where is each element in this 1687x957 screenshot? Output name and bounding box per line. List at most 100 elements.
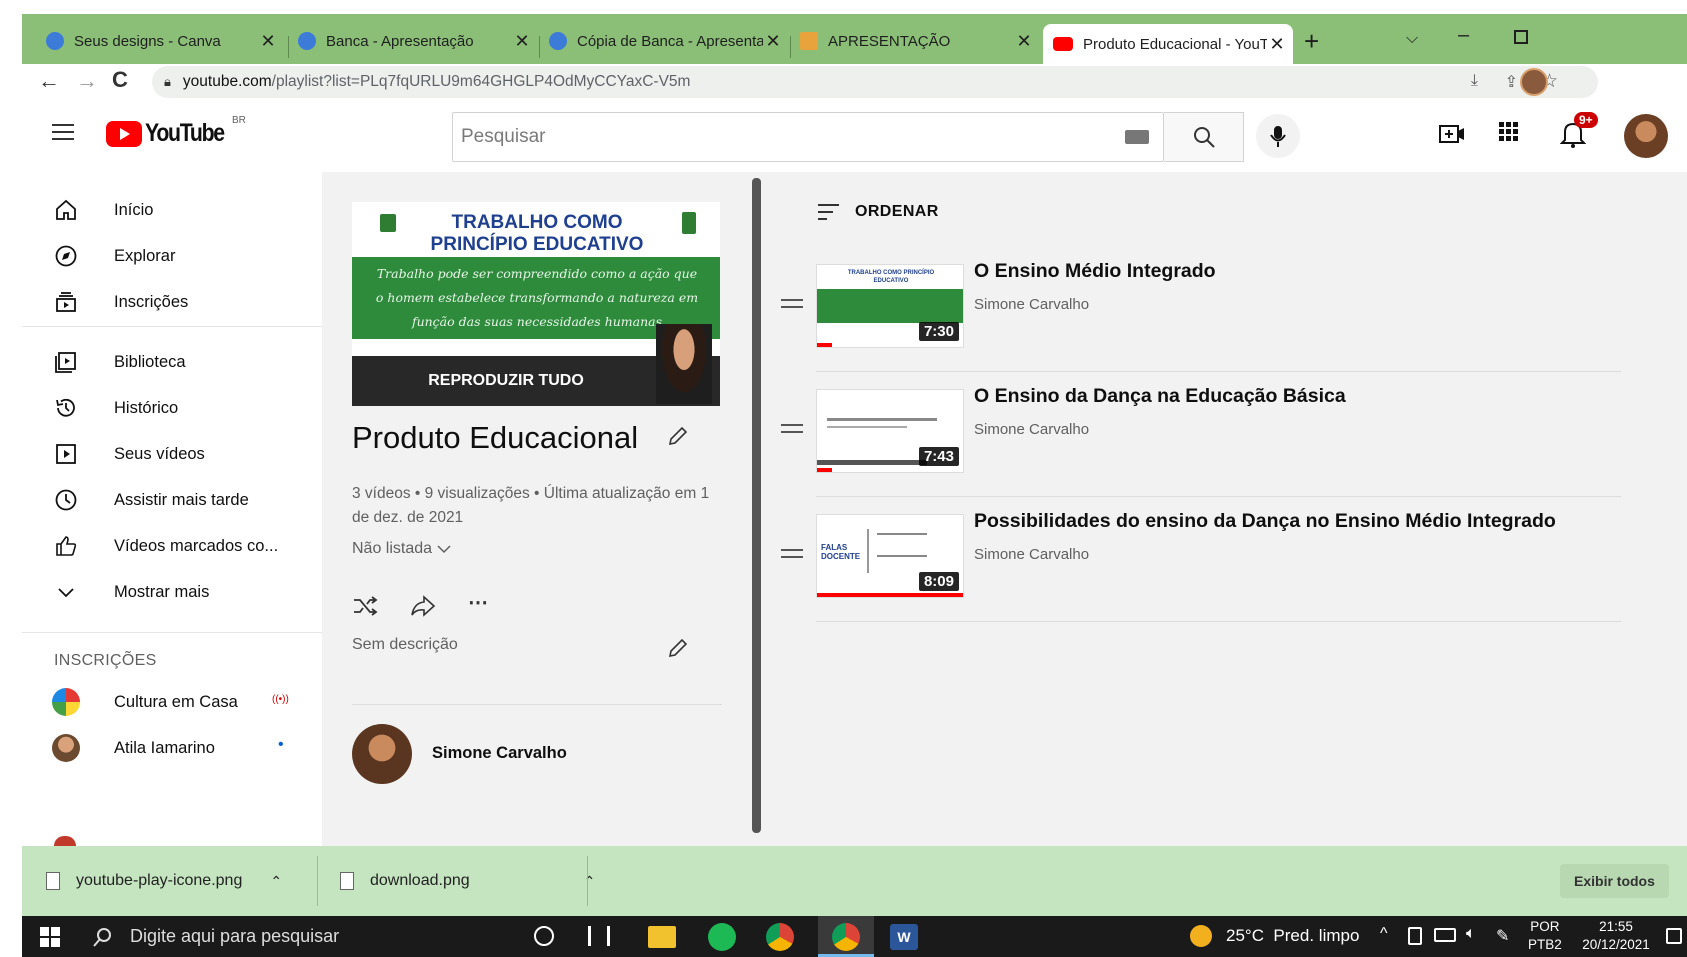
forward-arrow-icon[interactable]: → (76, 68, 98, 94)
drag-handle-icon[interactable] (781, 548, 803, 560)
sort-button[interactable]: ORDENAR (817, 202, 939, 222)
sidebar-item-assistir-mais-tarde[interactable]: Assistir mais tarde (22, 476, 322, 524)
playlist-cover[interactable]: TRABALHO COMO PRINCÍPIO EDUCATIVO Trabal… (352, 202, 720, 406)
download-item[interactable]: download.png ⌃ (340, 866, 595, 896)
sidebar-item-seus-videos[interactable]: Seus vídeos (22, 430, 322, 478)
playlist-owner[interactable]: Simone Carvalho (432, 744, 567, 763)
chrome-profile-taskbar-button[interactable] (818, 916, 874, 957)
notifications-button[interactable]: 9+ (1560, 112, 1598, 148)
list-item[interactable]: FALAS DOCENTE 8:09 Possibilidades do ens… (761, 504, 1621, 629)
watch-progress-bar (817, 468, 832, 472)
sidebar-item-videos-marcados[interactable]: Vídeos marcados co... (22, 522, 322, 570)
privacy-dropdown[interactable]: Não listada (352, 540, 452, 558)
volume-icon[interactable]: 🔈︎ (1466, 925, 1476, 943)
file-icon (340, 872, 354, 890)
create-video-icon[interactable] (1439, 124, 1465, 144)
close-tab-icon[interactable]: ✕ (763, 31, 783, 52)
browser-tab-apresentacao[interactable]: APRESENTAÇÃO ✕ (790, 22, 1040, 60)
drag-handle-icon[interactable] (781, 423, 803, 435)
drag-handle-icon[interactable] (781, 298, 803, 310)
owner-avatar[interactable] (352, 724, 412, 784)
video-thumbnail[interactable]: FALAS DOCENTE 8:09 (816, 514, 964, 598)
video-channel[interactable]: Simone Carvalho (974, 296, 1089, 313)
restore-window-icon[interactable] (1514, 30, 1528, 44)
more-options-icon[interactable]: ⋯ (468, 590, 488, 615)
shuffle-icon[interactable] (352, 594, 378, 618)
sidebar-item-inicio[interactable]: Início (22, 186, 322, 234)
video-duration: 7:43 (918, 447, 959, 466)
video-title[interactable]: O Ensino Médio Integrado (974, 260, 1216, 283)
tab-search-icon[interactable]: ⌵ (1406, 30, 1418, 48)
task-view-icon[interactable] (588, 926, 610, 946)
video-channel[interactable]: Simone Carvalho (974, 546, 1089, 563)
new-tab-button[interactable]: + (1304, 26, 1319, 57)
battery-icon[interactable] (1408, 927, 1422, 945)
spotify-icon[interactable] (708, 923, 736, 951)
edit-description-pencil-icon[interactable] (666, 636, 690, 660)
file-explorer-icon[interactable] (648, 926, 676, 948)
chevron-up-icon[interactable]: ⌃ (584, 873, 596, 890)
download-item[interactable]: youtube-play-icone.png ⌃ (46, 866, 282, 896)
keyboard-icon[interactable] (1125, 130, 1149, 144)
pen-ink-icon[interactable]: ✎ (1496, 926, 1509, 946)
input-language-indicator[interactable]: POR PTB2 (1528, 918, 1562, 954)
edit-title-pencil-icon[interactable] (666, 424, 690, 448)
avatar[interactable] (1624, 114, 1668, 158)
close-tab-icon[interactable]: ✕ (512, 31, 532, 52)
list-item[interactable]: TRABALHO COMO PRINCÍPIO EDUCATIVO 7:30 O… (761, 254, 1621, 379)
cortana-icon[interactable] (534, 926, 554, 946)
address-bar[interactable]: 🔒︎ youtube.com/playlist?list=PLq7fqURLU9… (152, 66, 1598, 98)
search-icon (1193, 127, 1215, 148)
playlist-title: Produto Educacional (352, 420, 639, 455)
chevron-up-icon[interactable]: ^ (1380, 925, 1388, 943)
voice-search-button[interactable] (1256, 114, 1300, 158)
browser-tab-youtube[interactable]: Produto Educacional - YouTu ✕ (1043, 24, 1293, 64)
sidebar-subscription-cultura-em-casa[interactable]: Cultura em Casa ((•)) (22, 678, 322, 726)
sidebar-item-biblioteca[interactable]: Biblioteca (22, 338, 322, 386)
sidebar-item-inscricoes[interactable]: Inscrições (22, 278, 322, 326)
sidebar-item-historico[interactable]: Histórico (22, 384, 322, 432)
taskbar-search-box[interactable]: Digite aqui para pesquisar (78, 916, 478, 957)
weather-text[interactable]: 25°C Pred. limpo (1226, 926, 1359, 946)
windows-start-icon[interactable] (40, 927, 60, 947)
video-title[interactable]: O Ensino da Dança na Educação Básica (974, 385, 1346, 408)
close-tab-icon[interactable]: ✕ (1014, 31, 1034, 52)
minimize-window-icon[interactable]: – (1458, 24, 1469, 47)
install-app-icon[interactable]: ⤓ (1471, 72, 1478, 90)
hamburger-menu-icon[interactable] (52, 122, 76, 142)
search-input[interactable]: Pesquisar (452, 112, 1164, 162)
lock-icon: 🔒︎ (164, 74, 171, 89)
browser-profile-avatar[interactable] (1520, 68, 1548, 96)
video-channel[interactable]: Simone Carvalho (974, 421, 1089, 438)
browser-tab-copia-banca[interactable]: Cópia de Banca - Apresenta ✕ (539, 22, 789, 60)
show-all-downloads-button[interactable]: Exibir todos (1560, 864, 1669, 898)
share-arrow-icon[interactable] (410, 594, 436, 618)
chrome-icon[interactable] (766, 923, 794, 951)
video-thumbnail[interactable]: TRABALHO COMO PRINCÍPIO EDUCATIVO 7:30 (816, 264, 964, 348)
search-button[interactable] (1164, 112, 1244, 162)
browser-tab-banca[interactable]: Banca - Apresentação ✕ (288, 22, 538, 60)
reload-icon[interactable]: C (112, 67, 128, 93)
youtube-play-logo-icon (106, 120, 142, 147)
list-item[interactable]: 7:43 O Ensino da Dança na Educação Básic… (761, 379, 1621, 504)
close-tab-icon[interactable]: ✕ (1267, 34, 1287, 55)
apps-grid-icon[interactable] (1499, 122, 1519, 142)
channel-avatar (52, 734, 80, 762)
network-icon[interactable] (1434, 928, 1456, 942)
back-arrow-icon[interactable]: ← (38, 68, 60, 94)
word-icon[interactable]: W (890, 924, 918, 950)
video-thumbnail[interactable]: 7:43 (816, 389, 964, 473)
close-tab-icon[interactable]: ✕ (258, 31, 278, 52)
scrollbar[interactable] (752, 178, 761, 833)
youtube-logo[interactable]: YouTube BR (106, 115, 246, 148)
sidebar-item-mostrar-mais[interactable]: Mostrar mais (22, 568, 322, 616)
video-title[interactable]: Possibilidades do ensino da Dança no Ens… (974, 510, 1556, 533)
clock[interactable]: 21:55 20/12/2021 (1576, 918, 1656, 954)
notification-center-icon[interactable] (1666, 928, 1682, 944)
share-icon[interactable]: ⇪ (1505, 72, 1518, 92)
browser-tab-canva[interactable]: Seus designs - Canva ✕ (36, 22, 284, 60)
browser-toolbar: ← → C 🔒︎ youtube.com/playlist?list=PLq7f… (22, 64, 1687, 100)
chevron-up-icon[interactable]: ⌃ (270, 873, 282, 890)
sidebar-item-explorar[interactable]: Explorar (22, 232, 322, 280)
sidebar-subscription-atila-iamarino[interactable]: Atila Iamarino • (22, 724, 322, 772)
